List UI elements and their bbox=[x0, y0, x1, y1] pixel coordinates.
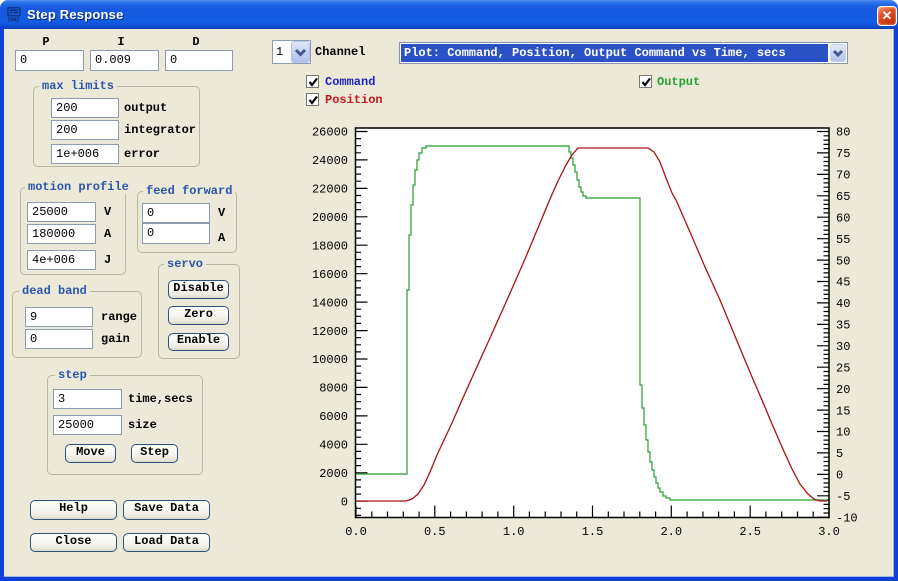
svg-text:1.5: 1.5 bbox=[582, 525, 604, 539]
svg-text:40: 40 bbox=[836, 297, 850, 311]
svg-text:0.0: 0.0 bbox=[345, 525, 367, 539]
svg-text:35: 35 bbox=[836, 319, 850, 333]
svg-text:5: 5 bbox=[836, 447, 843, 461]
svg-text:2000: 2000 bbox=[319, 467, 348, 481]
svg-text:10000: 10000 bbox=[312, 353, 348, 367]
svg-text:75: 75 bbox=[836, 147, 850, 161]
svg-text:0: 0 bbox=[341, 495, 348, 509]
svg-text:0.5: 0.5 bbox=[424, 525, 446, 539]
svg-text:4000: 4000 bbox=[319, 439, 348, 453]
svg-text:10: 10 bbox=[836, 426, 850, 440]
svg-text:14000: 14000 bbox=[312, 296, 348, 310]
svg-text:-10: -10 bbox=[836, 511, 858, 525]
svg-text:8000: 8000 bbox=[319, 382, 348, 396]
svg-text:2.0: 2.0 bbox=[660, 525, 682, 539]
svg-text:65: 65 bbox=[836, 190, 850, 204]
svg-text:12000: 12000 bbox=[312, 325, 348, 339]
svg-text:45: 45 bbox=[836, 276, 850, 290]
svg-text:0: 0 bbox=[836, 469, 843, 483]
svg-text:24000: 24000 bbox=[312, 154, 348, 168]
svg-text:16000: 16000 bbox=[312, 268, 348, 282]
svg-text:80: 80 bbox=[836, 126, 850, 140]
svg-text:15: 15 bbox=[836, 404, 850, 418]
svg-text:20: 20 bbox=[836, 383, 850, 397]
svg-text:20000: 20000 bbox=[312, 211, 348, 225]
svg-text:70: 70 bbox=[836, 169, 850, 183]
svg-text:25: 25 bbox=[836, 361, 850, 375]
svg-text:26000: 26000 bbox=[312, 126, 348, 140]
svg-text:3.0: 3.0 bbox=[818, 525, 840, 539]
svg-text:30: 30 bbox=[836, 340, 850, 354]
svg-text:1.0: 1.0 bbox=[503, 525, 525, 539]
svg-text:2.5: 2.5 bbox=[739, 525, 761, 539]
svg-text:18000: 18000 bbox=[312, 239, 348, 253]
svg-text:50: 50 bbox=[836, 254, 850, 268]
svg-text:22000: 22000 bbox=[312, 183, 348, 197]
svg-text:60: 60 bbox=[836, 211, 850, 225]
svg-text:55: 55 bbox=[836, 233, 850, 247]
svg-text:-5: -5 bbox=[836, 490, 850, 504]
svg-text:6000: 6000 bbox=[319, 410, 348, 424]
